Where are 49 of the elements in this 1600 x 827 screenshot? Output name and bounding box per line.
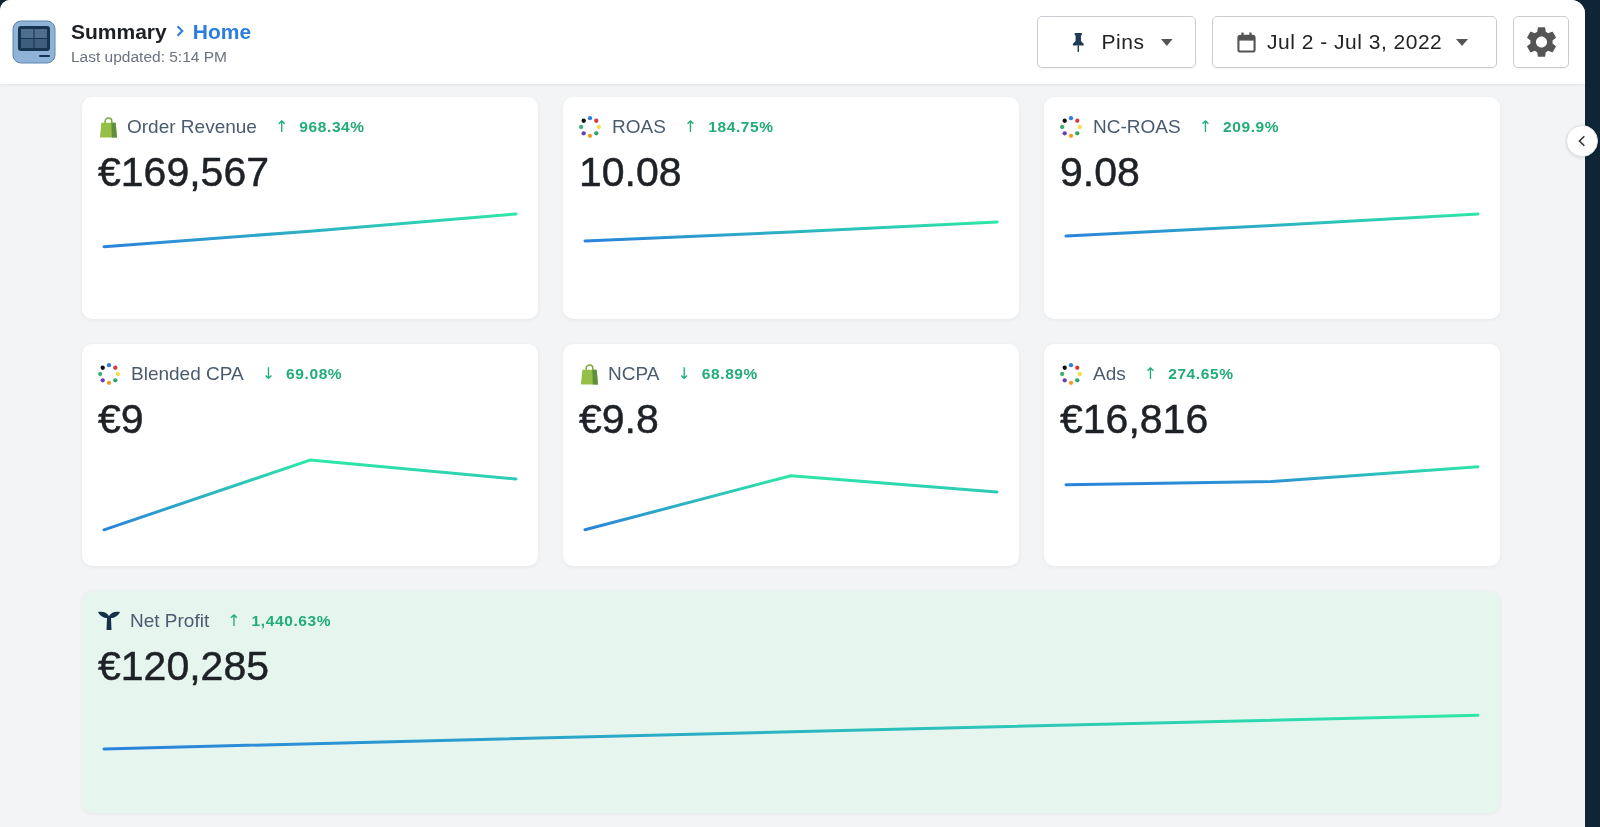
pin-icon (1072, 32, 1085, 52)
dot-ring-icon (1060, 363, 1082, 385)
metric-label: ROAS (612, 116, 666, 138)
date-range-button[interactable]: Jul 2 - Jul 3, 2022 (1212, 16, 1497, 68)
change-percent: 184.75% (708, 118, 774, 136)
trend-arrow: ↑ (1143, 365, 1158, 383)
metric-value: €169,567 (98, 148, 270, 197)
chevron-right-icon (175, 25, 184, 37)
metric-value: €9 (98, 395, 145, 444)
page-title: Summary (71, 18, 167, 44)
change-percent: 68.89% (701, 365, 758, 383)
metric-value: €120,285 (98, 642, 270, 691)
change-percent: 274.65% (1168, 365, 1234, 383)
trend-arrow: ↓ (261, 365, 276, 383)
metric-value: 10.08 (579, 148, 683, 197)
metric-value: 9.08 (1060, 148, 1141, 197)
settings-icon (1526, 27, 1556, 57)
trend-arrow: ↓ (677, 365, 691, 383)
chevron-left-icon (1578, 135, 1586, 147)
app-icon (12, 20, 56, 64)
metric-label: NCPA (608, 363, 660, 385)
metric-label: Net Profit (130, 610, 210, 632)
change-percent: 968.34% (299, 118, 365, 136)
last-updated-text: Last updated: 5:14 PM (71, 47, 228, 66)
breadcrumb-link[interactable]: Home (192, 18, 252, 44)
trend-arrow: ↑ (1198, 118, 1213, 136)
dot-ring-icon (579, 116, 601, 138)
caret-icon (1161, 38, 1173, 46)
dot-ring-icon (98, 363, 120, 385)
change-percent: 1,440.63% (251, 612, 332, 630)
pins-button[interactable]: Pins (1037, 16, 1196, 68)
metric-value: €9.8 (579, 395, 660, 444)
whale-tail-icon (98, 611, 120, 631)
metric-label: Ads (1093, 363, 1126, 385)
caret-icon (1456, 38, 1469, 46)
shopping-bag-icon (580, 363, 599, 385)
settings-button[interactable] (1513, 16, 1569, 68)
metric-label: NC-ROAS (1093, 116, 1181, 138)
trend-arrow: ↑ (227, 612, 241, 630)
metric-label: Order Revenue (127, 116, 257, 138)
metric-value: €16,816 (1060, 395, 1210, 444)
shopping-bag-icon (99, 116, 118, 138)
change-percent: 69.08% (286, 365, 343, 383)
trend-arrow: ↑ (683, 118, 698, 136)
change-percent: 209.9% (1223, 118, 1280, 136)
trend-arrow: ↑ (274, 118, 289, 136)
dot-ring-icon (1060, 116, 1082, 138)
calendar-icon (1237, 31, 1256, 53)
metric-label: Blended CPA (131, 363, 244, 385)
